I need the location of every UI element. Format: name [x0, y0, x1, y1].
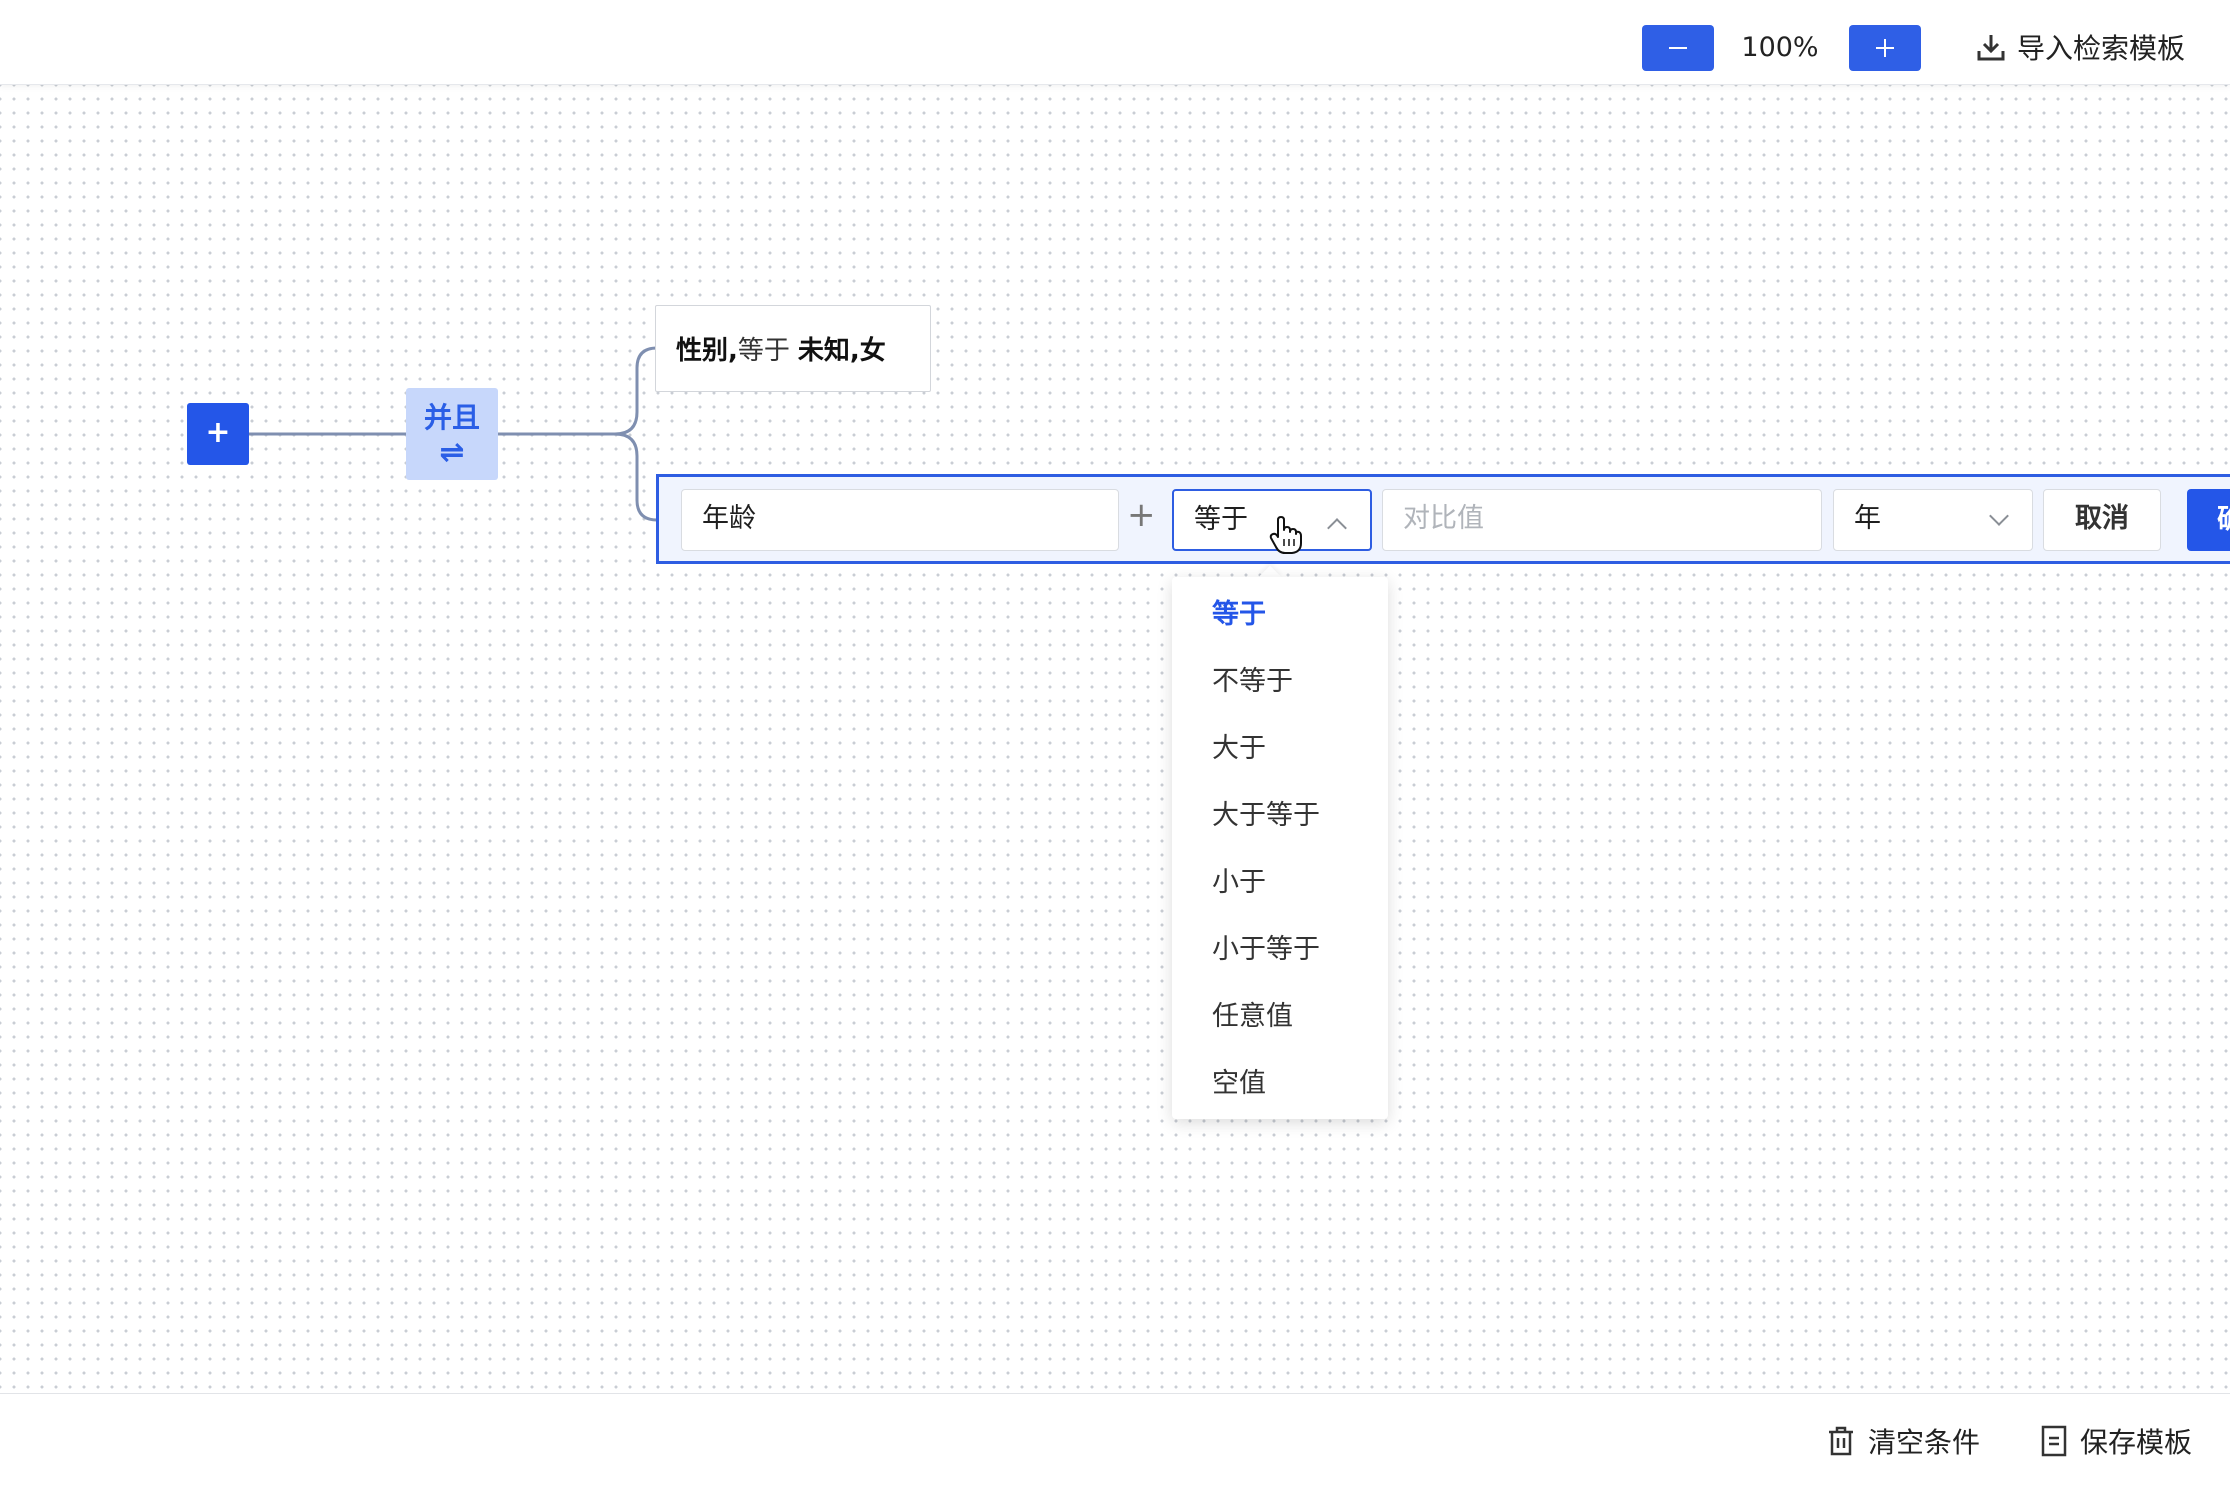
operator-option[interactable]: 小于	[1172, 849, 1388, 916]
operator-dropdown: 等于 不等于 大于 大于等于 小于 小于等于 任意值 空值	[1172, 577, 1388, 1119]
cancel-button[interactable]: 取消	[2043, 489, 2161, 551]
zoom-in-button[interactable]	[1849, 25, 1921, 71]
add-root-node-button[interactable]: +	[187, 403, 249, 465]
operator-option[interactable]: 任意值	[1172, 983, 1388, 1050]
chevron-down-icon	[1989, 506, 2009, 526]
field-select[interactable]: 年龄	[681, 489, 1119, 551]
clear-conditions-label: 清空条件	[1868, 1426, 1981, 1459]
compare-value-input[interactable]: 对比值	[1382, 489, 1822, 551]
logic-node-label: 并且	[423, 401, 480, 434]
operator-option[interactable]: 大于等于	[1172, 782, 1388, 849]
document-icon	[2041, 1425, 2067, 1457]
download-icon	[1977, 35, 2005, 61]
zoom-level: 100%	[1741, 32, 1819, 63]
operator-option[interactable]: 等于	[1172, 581, 1388, 648]
operator-option[interactable]: 空值	[1172, 1050, 1388, 1117]
confirm-button[interactable]: 确	[2187, 489, 2230, 551]
save-template-button[interactable]: 保存模板	[2040, 1416, 2192, 1466]
add-field-icon[interactable]: +	[1127, 495, 1156, 535]
trash-icon	[1829, 1426, 1853, 1456]
operator-option[interactable]: 小于等于	[1172, 916, 1388, 983]
condition-node[interactable]: 性别, 等于 未知,女	[655, 305, 931, 392]
query-canvas[interactable]	[0, 85, 2230, 1393]
minus-icon	[1669, 47, 1687, 49]
field-select-value: 年龄	[702, 503, 756, 534]
operator-option[interactable]: 不等于	[1172, 648, 1388, 715]
swap-icon[interactable]: ⇌	[406, 438, 498, 468]
import-template-button[interactable]: 导入检索模板	[1975, 22, 2200, 72]
chevron-up-icon	[1327, 518, 1347, 538]
condition-operator: 等于	[737, 336, 790, 366]
condition-value: 未知,女	[797, 336, 886, 366]
compare-value-placeholder: 对比值	[1403, 503, 1484, 534]
import-template-label: 导入检索模板	[2017, 32, 2186, 65]
logic-and-node[interactable]: 并且 ⇌	[406, 388, 498, 480]
condition-field: 性别,	[676, 336, 738, 366]
operator-select-value: 等于	[1194, 504, 1248, 535]
unit-select[interactable]: 年	[1833, 489, 2033, 551]
hand-cursor-icon	[1269, 516, 1302, 554]
zoom-out-button[interactable]	[1642, 25, 1714, 71]
top-toolbar: 100% 导入检索模板	[0, 0, 2230, 85]
clear-conditions-button[interactable]: 清空条件	[1826, 1416, 1980, 1466]
condition-editor: 年龄 + 等于 对比值 年 取消 确	[656, 474, 2230, 564]
save-template-label: 保存模板	[2080, 1426, 2193, 1459]
operator-option[interactable]: 大于	[1172, 715, 1388, 782]
unit-select-value: 年	[1854, 503, 1881, 534]
bottom-toolbar: 清空条件 保存模板	[0, 1393, 2230, 1493]
